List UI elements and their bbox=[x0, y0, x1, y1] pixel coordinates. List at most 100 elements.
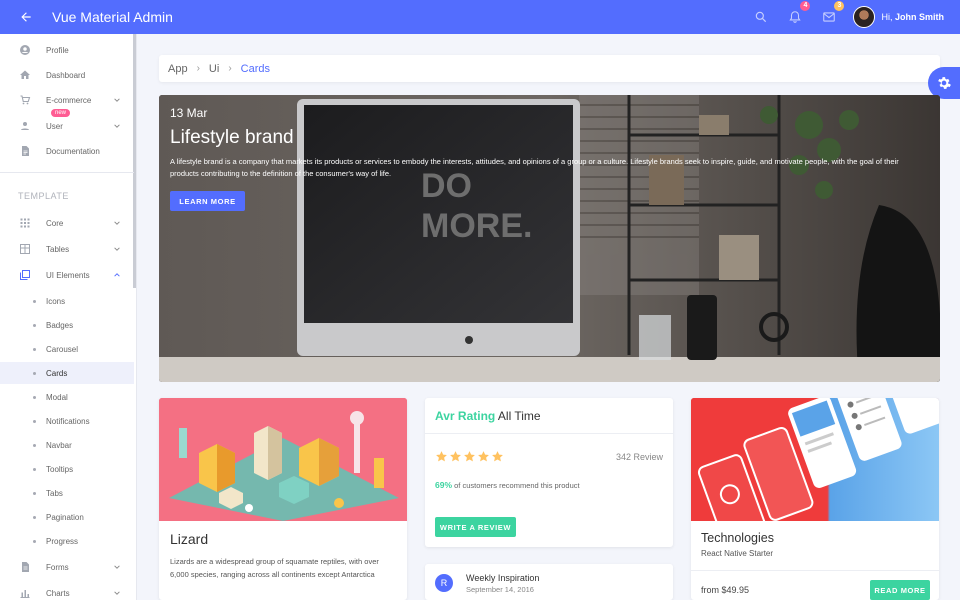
sidebar-subitem-pagination[interactable]: Pagination bbox=[0, 506, 134, 528]
avatar: R bbox=[435, 574, 453, 592]
sidebar-subitem-label: Tabs bbox=[46, 488, 63, 498]
sidebar-item-dashboard[interactable]: Dashboard bbox=[0, 63, 134, 87]
lizard-title: Lizard bbox=[170, 531, 209, 547]
sidebar-divider bbox=[0, 172, 134, 173]
chevron-right-icon: › bbox=[196, 63, 200, 74]
chart-icon bbox=[19, 587, 31, 599]
sidebar-item-tables[interactable]: Tables bbox=[0, 237, 134, 261]
gear-icon bbox=[938, 77, 951, 89]
recommend-percent: 69% bbox=[435, 480, 453, 490]
sidebar-item-label: Charts bbox=[46, 588, 70, 598]
sidebar-subitem-navbar[interactable]: Navbar bbox=[0, 434, 134, 456]
star-icon bbox=[436, 451, 447, 462]
notifications-button[interactable]: 4 bbox=[785, 1, 811, 27]
sidebar-subitem-notifications[interactable]: Notifications bbox=[0, 410, 134, 432]
breadcrumb: App › Ui › Cards bbox=[159, 55, 940, 82]
sidebar-subitem-modal[interactable]: Modal bbox=[0, 386, 134, 408]
sidebar-item-label: Dashboard bbox=[46, 70, 86, 80]
sidebar-subitem-label: Badges bbox=[46, 320, 74, 330]
sidebar-item-label: Profile bbox=[46, 45, 69, 55]
technologies-title: Technologies bbox=[701, 531, 774, 545]
recommend-text: of customers recommend this product bbox=[454, 481, 580, 490]
user-name: John Smith bbox=[895, 12, 944, 22]
sidebar-subitem-tooltips[interactable]: Tooltips bbox=[0, 458, 134, 480]
sidebar-section-title: TEMPLATE bbox=[18, 191, 69, 201]
bullet-dot bbox=[33, 323, 36, 327]
breadcrumb-item-ui[interactable]: Ui bbox=[209, 63, 219, 75]
weekly-title: Weekly Inspiration bbox=[466, 573, 540, 583]
sidebar-item-documentation[interactable]: Documentation bbox=[0, 139, 134, 163]
sidebar-item-profile[interactable]: Profile bbox=[0, 38, 134, 62]
account-circle-icon bbox=[19, 44, 31, 56]
app-screens-illustration bbox=[691, 398, 939, 521]
chevron-down-icon bbox=[114, 247, 120, 251]
sidebar-subitem-badges[interactable]: Badges bbox=[0, 314, 134, 336]
breadcrumb-item-cards: Cards bbox=[240, 62, 270, 75]
sidebar-item-charts[interactable]: Charts bbox=[0, 581, 134, 600]
grid-icon bbox=[19, 217, 31, 229]
sidebar-subitem-label: Tooltips bbox=[46, 464, 74, 474]
sidebar-subitem-progress[interactable]: Progress bbox=[0, 530, 134, 552]
user-avatar[interactable] bbox=[853, 6, 876, 28]
sidebar-item-core[interactable]: Core bbox=[0, 211, 134, 235]
hero-card: DO MORE. 13 Mar Lifestyle brand A lifest… bbox=[159, 95, 940, 382]
weekly-inspiration-card: R Weekly Inspiration September 14, 2016 bbox=[425, 564, 673, 600]
chevron-down-icon bbox=[114, 124, 120, 128]
sidebar-item-label: UI Elements bbox=[46, 270, 90, 280]
sidebar-item-label: User bbox=[46, 121, 63, 131]
star-icon bbox=[478, 451, 489, 462]
breadcrumb-item-app[interactable]: App bbox=[168, 63, 188, 75]
chevron-down-icon bbox=[114, 591, 120, 595]
document-icon bbox=[19, 145, 31, 157]
mail-icon bbox=[823, 12, 836, 22]
sidebar-item-label: Forms bbox=[46, 562, 69, 572]
search-icon[interactable] bbox=[751, 7, 771, 27]
user-greeting[interactable]: Hi, John Smith bbox=[881, 12, 944, 22]
cart-icon bbox=[19, 94, 31, 106]
bullet-dot bbox=[33, 539, 36, 543]
sidebar-item-ui-elements[interactable]: UI Elements bbox=[0, 263, 134, 287]
lizard-card: Lizard Lizards are a widespread group of… bbox=[159, 398, 407, 600]
sidebar-item-forms[interactable]: Forms bbox=[0, 555, 134, 579]
back-arrow-icon[interactable] bbox=[17, 8, 35, 26]
divider bbox=[691, 570, 939, 571]
read-more-button[interactable]: READ MORE bbox=[870, 580, 930, 600]
top-app-bar: Vue Material Admin 4 3 Hi, John Smith bbox=[0, 0, 960, 34]
sidebar-subitem-label: Cards bbox=[46, 368, 68, 378]
sidebar-subitem-label: Notifications bbox=[46, 416, 90, 426]
rating-heading-accent: Avr Rating bbox=[435, 409, 496, 423]
hero-description: A lifestyle brand is a company that mark… bbox=[170, 157, 899, 178]
layers-icon bbox=[19, 269, 31, 281]
hero-date: 13 Mar bbox=[170, 106, 208, 120]
sidebar-subitem-label: Pagination bbox=[46, 512, 84, 522]
sidebar-subitem-carousel[interactable]: Carousel bbox=[0, 338, 134, 360]
bullet-dot bbox=[33, 299, 36, 303]
isometric-city-illustration bbox=[159, 398, 407, 521]
rating-heading-period: All Time bbox=[497, 409, 541, 423]
write-review-button[interactable]: WRITE A REVIEW bbox=[435, 517, 516, 537]
sidebar-subitem-label: Modal bbox=[46, 392, 68, 402]
screen-text-more: MORE. bbox=[421, 207, 532, 245]
sidebar-subitem-cards[interactable]: Cards bbox=[0, 362, 134, 384]
star-icon bbox=[464, 451, 475, 462]
sidebar-subitem-label: Carousel bbox=[46, 344, 79, 354]
sidebar: Profile Dashboard E-commerce User new Do… bbox=[0, 34, 137, 600]
learn-more-button[interactable]: LEARN MORE bbox=[170, 191, 245, 211]
sidebar-subitem-label: Icons bbox=[46, 296, 66, 306]
review-count: 342 Review bbox=[615, 452, 663, 462]
app-title: Vue Material Admin bbox=[52, 9, 173, 25]
bell-icon bbox=[789, 11, 802, 23]
sidebar-subitem-tabs[interactable]: Tabs bbox=[0, 482, 134, 504]
bullet-dot bbox=[33, 395, 36, 399]
sidebar-item-label: Documentation bbox=[46, 146, 100, 156]
sidebar-subitem-label: Navbar bbox=[46, 440, 72, 450]
bullet-dot bbox=[33, 443, 36, 447]
bullet-dot bbox=[33, 515, 36, 519]
sidebar-subitem-icons[interactable]: Icons bbox=[0, 290, 134, 312]
sidebar-subitem-label: Progress bbox=[46, 536, 79, 546]
recommend-stat: 69% of customers recommend this product bbox=[435, 480, 580, 490]
person-icon bbox=[19, 120, 31, 132]
messages-button[interactable]: 3 bbox=[819, 1, 845, 27]
sidebar-item-label: Core bbox=[46, 218, 64, 228]
sidebar-item-user[interactable]: User bbox=[0, 114, 134, 138]
